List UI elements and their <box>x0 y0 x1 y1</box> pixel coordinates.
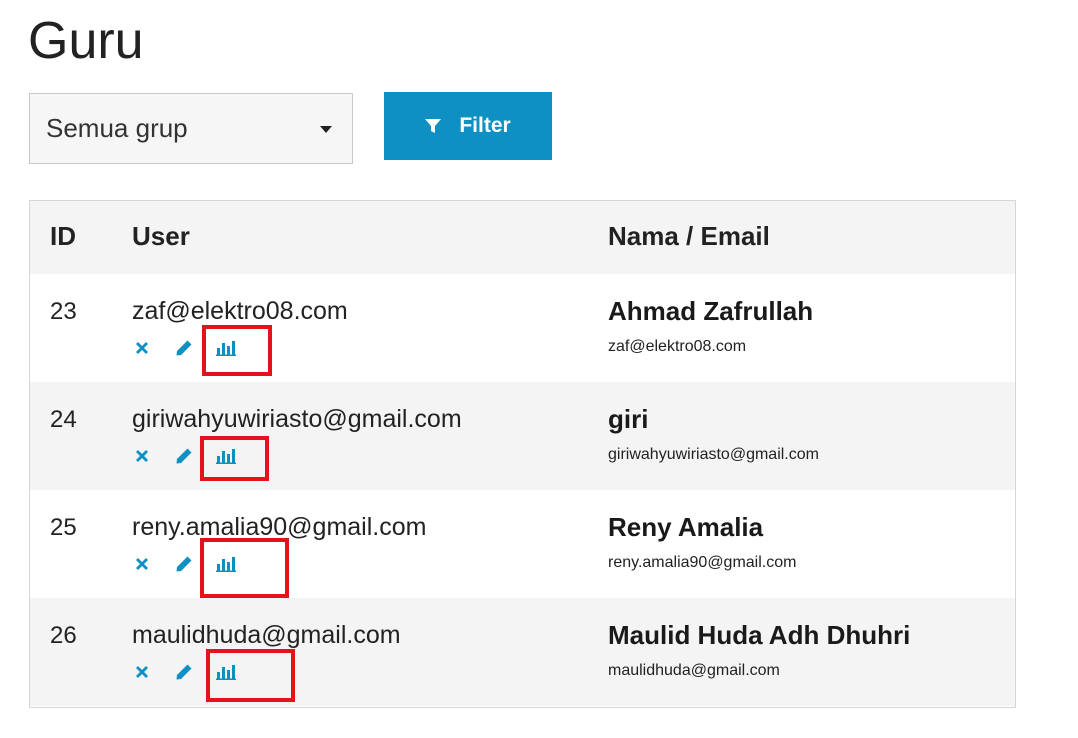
username-link[interactable]: zaf@elektro08.com <box>132 297 348 326</box>
delete-icon[interactable] <box>132 554 152 574</box>
group-select[interactable]: Semua grup <box>29 93 353 164</box>
table-row: 23 zaf@elektro08.com Ahmad Zafrullah zaf… <box>30 274 1015 382</box>
edit-icon[interactable] <box>174 446 194 466</box>
email: reny.amalia90@gmail.com <box>608 554 797 571</box>
user-id: 23 <box>50 298 77 325</box>
highlight-box <box>200 436 269 481</box>
column-header-name-email[interactable]: Nama / Email <box>608 221 770 252</box>
user-id: 24 <box>50 406 77 433</box>
table-row: 24 giriwahyuwiriasto@gmail.com giri giri… <box>30 382 1015 490</box>
username-link[interactable]: giriwahyuwiriasto@gmail.com <box>132 405 462 434</box>
page-title: Guru <box>28 12 144 70</box>
filter-icon <box>425 116 442 140</box>
group-select-value: Semua grup <box>46 113 188 143</box>
delete-icon[interactable] <box>132 338 152 358</box>
full-name: Ahmad Zafrullah <box>608 296 814 326</box>
username-link[interactable]: maulidhuda@gmail.com <box>132 621 401 650</box>
user-id: 25 <box>50 514 77 541</box>
table-row: 25 reny.amalia90@gmail.com Reny Amalia r… <box>30 490 1015 598</box>
email: giriwahyuwiriasto@gmail.com <box>608 446 819 463</box>
chevron-down-icon <box>320 126 332 133</box>
highlight-box <box>202 325 272 376</box>
edit-icon[interactable] <box>174 554 194 574</box>
table-row: 26 maulidhuda@gmail.com Maulid Huda Adh … <box>30 598 1015 706</box>
full-name: Reny Amalia <box>608 512 764 542</box>
filter-button-label: Filter <box>459 114 511 137</box>
user-id: 26 <box>50 622 77 649</box>
highlight-box <box>206 649 295 702</box>
table-header: ID User Nama / Email <box>30 201 1015 274</box>
highlight-box <box>200 538 289 598</box>
email: maulidhuda@gmail.com <box>608 662 780 679</box>
column-header-user[interactable]: User <box>132 221 190 252</box>
edit-icon[interactable] <box>174 662 194 682</box>
delete-icon[interactable] <box>132 662 152 682</box>
edit-icon[interactable] <box>174 338 194 358</box>
email: zaf@elektro08.com <box>608 338 747 355</box>
users-table: ID User Nama / Email 23 zaf@elektro08.co… <box>29 200 1016 708</box>
full-name: giri <box>608 404 649 434</box>
delete-icon[interactable] <box>132 446 152 466</box>
filter-button[interactable]: Filter <box>384 92 552 160</box>
column-header-id[interactable]: ID <box>50 221 76 252</box>
full-name: Maulid Huda Adh Dhuhri <box>608 620 911 650</box>
